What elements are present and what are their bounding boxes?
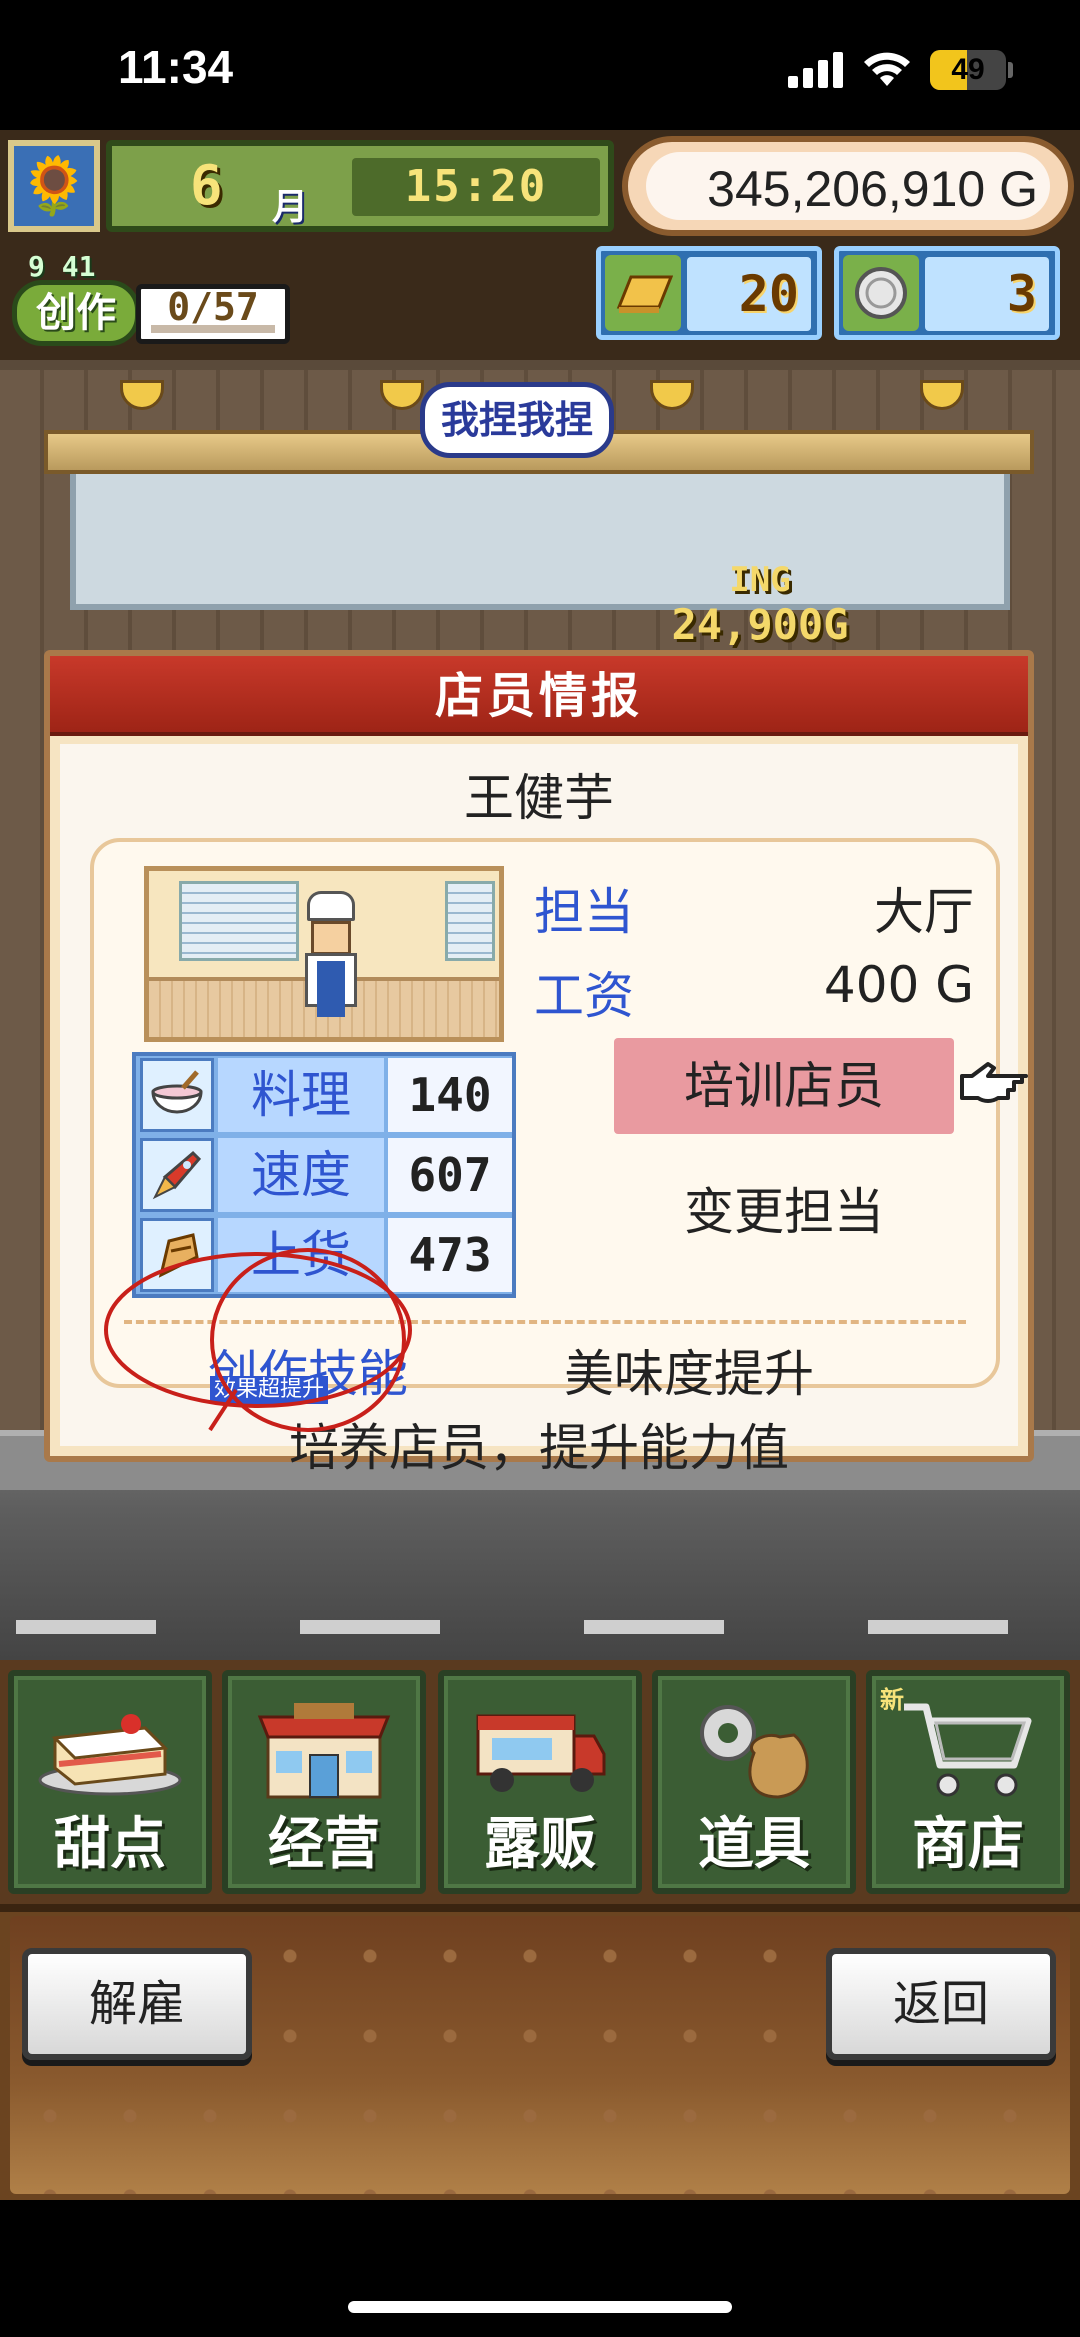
month-label: 月 (272, 187, 309, 228)
create-panel[interactable]: 9 41 创作 0/57 (6, 250, 290, 350)
gold-bar-counter[interactable]: 20 (596, 246, 822, 340)
create-progress-bar (151, 325, 275, 333)
income-popup: ING 24,900G (640, 560, 880, 649)
game-screen[interactable]: 🌻 6 月 15:20 345,206,910 G 9 41 创作 0/57 2… (0, 130, 1080, 2200)
road-stripe (868, 1620, 1008, 1634)
food-truck-icon (444, 1688, 636, 1808)
stock-bag-icon (140, 1218, 214, 1292)
chef-sprite-icon (301, 891, 361, 1031)
gold-bar-count: 20 (687, 257, 811, 331)
dismiss-button[interactable]: 解雇 (22, 1948, 252, 2060)
menu-label: 商店 (912, 1812, 1024, 1877)
staff-info-dialog: 店员情报 王健芋 担当 大厅 工资 400 G 料理 140 速度 607 上货… (44, 650, 1034, 1477)
staff-card: 担当 大厅 工资 400 G 料理 140 速度 607 上货 473 培训店员… (90, 838, 1028, 1404)
cooking-bowl-icon (140, 1058, 214, 1132)
create-badge: 创作 (12, 280, 140, 346)
skill-value: 美味度提升 (564, 1345, 814, 1403)
coin-counter[interactable]: 3 (834, 246, 1060, 340)
dialog-hint: 培养店员，提升能力值 (289, 1419, 789, 1477)
status-bar: 11:34 49 (0, 0, 1080, 130)
skill-boost-badge: 效果超提升 (210, 1376, 329, 1404)
silver-coin-icon (843, 255, 919, 331)
coin-count: 3 (925, 257, 1049, 331)
role-value: 大厅 (874, 883, 974, 941)
staff-name: 王健芋 (464, 769, 614, 827)
stat-row-speed: 速度 607 (136, 1136, 512, 1216)
stat-value: 607 (388, 1138, 512, 1212)
road-stripe (300, 1620, 440, 1634)
footer-bar: 解雇 返回 (0, 1904, 1080, 2200)
menu-label: 经营 (268, 1812, 380, 1877)
road-stripe (16, 1620, 156, 1634)
menu-management-button[interactable]: 经营 (222, 1670, 426, 1894)
create-timer: 9 41 (28, 250, 96, 283)
menu-food-truck-button[interactable]: 露贩 (438, 1670, 642, 1894)
shop-building-icon (228, 1688, 420, 1808)
home-bar (0, 2200, 1080, 2337)
pointing-hand-icon (960, 1062, 1028, 1103)
money-value: 345,206,910 G (707, 161, 1038, 217)
menu-items-button[interactable]: 道具 (652, 1670, 856, 1894)
status-time: 11:34 (118, 41, 234, 93)
shopping-cart-icon (872, 1688, 1064, 1808)
menu-dessert-button[interactable]: 甜点 (8, 1670, 212, 1894)
battery-level: 49 (951, 53, 985, 86)
menu-label: 露贩 (484, 1812, 596, 1877)
change-role-button[interactable]: 变更担当 (614, 1172, 954, 1252)
battery-tip (1008, 62, 1013, 78)
battery-icon: 49 (930, 50, 1006, 90)
money-panel: 345,206,910 G (622, 136, 1074, 236)
month-number: 6 (190, 154, 223, 217)
income-popup-line1: ING (729, 560, 791, 600)
speech-bubble: 我捏我捏 (420, 382, 614, 458)
menu-label: 道具 (698, 1812, 810, 1877)
stat-row-stocking: 上货 473 (136, 1216, 512, 1296)
cellular-signal-icon (788, 52, 843, 88)
gold-bar-icon (605, 255, 681, 331)
staff-portrait (144, 866, 504, 1042)
home-indicator[interactable] (348, 2301, 732, 2313)
stat-row-cooking: 料理 140 (136, 1056, 512, 1136)
stat-name: 速度 (218, 1138, 384, 1212)
stats-table: 料理 140 速度 607 上货 473 (132, 1052, 516, 1298)
dialog-body: 王健芋 担当 大厅 工资 400 G 料理 140 速度 607 上货 473 … (60, 744, 1028, 1477)
back-button[interactable]: 返回 (826, 1948, 1056, 2060)
sunflower-menu-button[interactable]: 🌻 (8, 140, 100, 232)
gear-sack-icon (658, 1688, 850, 1808)
wifi-icon (864, 52, 910, 86)
stat-value: 140 (388, 1058, 512, 1132)
income-popup-amount: 24,900G (671, 600, 849, 649)
create-count-text: 0/57 (167, 285, 259, 329)
stat-value: 473 (388, 1218, 512, 1292)
salary-label: 工资 (534, 967, 634, 1025)
create-count: 0/57 (136, 284, 290, 344)
dialog-title: 店员情报 (50, 656, 1028, 736)
calendar-panel: 6 月 15:20 (106, 140, 614, 232)
stat-name: 上货 (218, 1218, 384, 1292)
role-label: 担当 (534, 883, 634, 941)
road-stripe (584, 1620, 724, 1634)
bottom-menu: 甜点 经营 露贩 道具 新 商店 (0, 1660, 1080, 1904)
rocket-icon (140, 1138, 214, 1212)
stat-name: 料理 (218, 1058, 384, 1132)
sunflower-icon: 🌻 (19, 154, 89, 219)
card-divider (124, 1320, 966, 1324)
cake-icon (14, 1688, 206, 1808)
salary-value: 400 G (823, 956, 974, 1014)
game-clock: 15:20 (352, 158, 600, 216)
menu-label: 甜点 (54, 1812, 166, 1877)
train-staff-button[interactable]: 培训店员 (614, 1038, 954, 1134)
menu-store-button[interactable]: 新 商店 (866, 1670, 1070, 1894)
